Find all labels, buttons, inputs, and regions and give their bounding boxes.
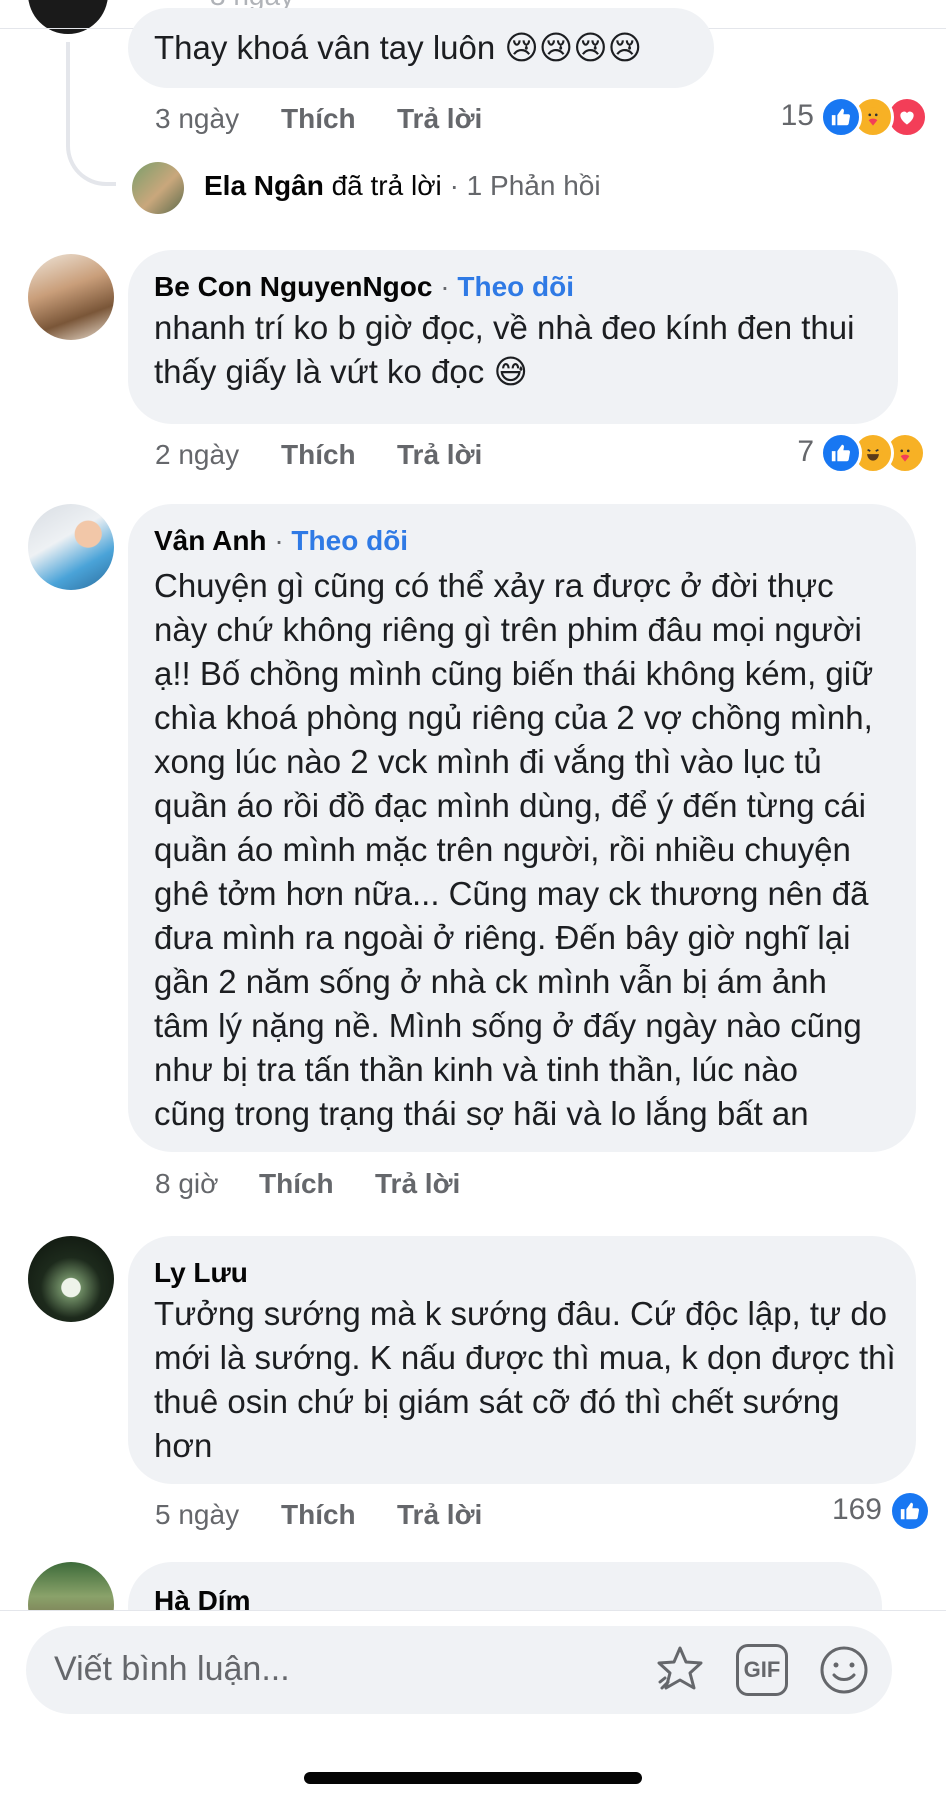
avatar[interactable] — [132, 162, 184, 214]
comment-time: 3 ngày — [155, 103, 240, 134]
comment-text: Thay khoá vân tay luôn — [154, 29, 496, 66]
comment-time: 8 giờ — [155, 1168, 219, 1199]
like-button[interactable]: Thích — [281, 439, 356, 471]
like-reaction-icon — [820, 432, 862, 474]
reply-author: Ela Ngân — [204, 170, 324, 201]
separator-dot: · — [274, 525, 284, 556]
comment-time: 2 ngày — [155, 439, 240, 470]
emoji-icon[interactable] — [816, 1642, 872, 1698]
comment-text: thấy giấy là vứt ko đọc — [154, 353, 485, 390]
sticker-icon[interactable] — [652, 1642, 708, 1698]
reaction-count[interactable]: 15 — [758, 99, 814, 133]
comment-author[interactable]: Ly Lưu — [154, 1257, 248, 1288]
comment-bubble: Ly Lưu Tưởng sướng mà k sướng đâu. Cứ độ… — [128, 1236, 916, 1484]
gif-icon[interactable]: GIF — [736, 1644, 788, 1696]
crying-emoji: 😢 — [538, 29, 574, 66]
comment-time: 5 ngày — [155, 1499, 240, 1530]
reply-button[interactable]: Trả lời — [397, 103, 482, 135]
like-button[interactable]: Thích — [259, 1168, 334, 1200]
comment-author[interactable]: Vân Anh — [154, 525, 267, 556]
reply-action: đã trả lời — [331, 170, 442, 201]
comment-text: Tưởng sướng mà k sướng đâu. Cứ độc lập, … — [154, 1295, 896, 1464]
reply-button[interactable]: Trả lời — [397, 439, 482, 471]
reply-button[interactable]: Trả lời — [375, 1168, 460, 1200]
like-reaction-icon — [889, 1490, 931, 1532]
comment-input[interactable]: Viết bình luận... — [54, 1650, 290, 1689]
reply-thread-summary[interactable]: Ela Ngân đã trả lời · 1 Phản hồi — [204, 170, 601, 202]
crying-emoji: 😢 — [573, 29, 608, 66]
reply-count: 1 Phản hồi — [466, 170, 601, 201]
reply-button[interactable]: Trả lời — [397, 1499, 482, 1531]
thread-line — [66, 42, 116, 186]
home-indicator[interactable] — [304, 1772, 642, 1784]
separator-dot: · — [449, 170, 459, 201]
crying-emoji: 😢 — [504, 29, 539, 66]
crying-emoji: 😢 — [607, 29, 643, 66]
avatar[interactable] — [28, 1236, 114, 1322]
comment-bubble: Be Con NguyenNgoc · Theo dõi nhanh trí k… — [128, 250, 898, 424]
comment-text: Chuyện gì cũng có thể xảy ra được ở đời … — [154, 567, 874, 1132]
comment-bubble: Vân Anh · Theo dõi Chuyện gì cũng có thể… — [128, 504, 916, 1152]
like-button[interactable]: Thích — [281, 1499, 356, 1531]
follow-link[interactable]: Theo dõi — [291, 525, 408, 556]
reaction-count[interactable]: 169 — [816, 1493, 882, 1527]
avatar[interactable] — [28, 254, 114, 340]
comment-author[interactable]: Be Con NguyenNgoc — [154, 271, 432, 302]
reaction-count[interactable]: 7 — [770, 435, 814, 469]
like-button[interactable]: Thích — [281, 103, 356, 135]
separator-dot: · — [440, 271, 450, 302]
sweat-smile-emoji: 😅 — [493, 353, 528, 390]
avatar[interactable] — [28, 504, 114, 590]
comment-composer[interactable]: Viết bình luận... GIF — [26, 1626, 892, 1714]
like-reaction-icon — [820, 96, 862, 138]
comment-bubble: Thay khoá vân tay luôn 😢😢😢😢 — [128, 8, 714, 88]
comment-text: nhanh trí ko b giờ đọc, về nhà đeo kính … — [154, 309, 855, 346]
follow-link[interactable]: Theo dõi — [457, 271, 574, 302]
